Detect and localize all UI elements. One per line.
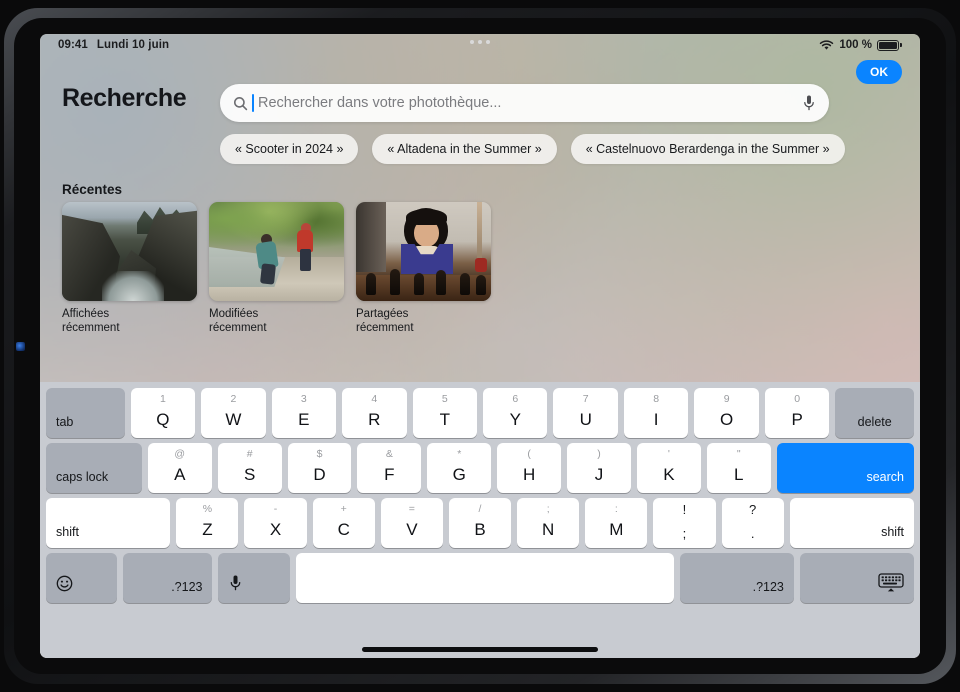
recents-item-recently-edited[interactable]: Modifiées récemment — [209, 202, 344, 335]
key-delete[interactable]: delete — [835, 388, 914, 438]
dictation-microphone-icon[interactable] — [218, 553, 290, 603]
search-input[interactable]: Rechercher dans votre photothèque... — [258, 95, 802, 111]
key-b[interactable]: / B — [448, 498, 512, 548]
key-exclamation-semicolon[interactable]: !; — [653, 498, 716, 548]
battery-percent: 100 % — [839, 39, 872, 51]
key-x[interactable]: -X — [244, 498, 307, 548]
key-j[interactable]: ) J — [567, 443, 631, 493]
key-r[interactable]: 4R — [342, 388, 407, 438]
bezel-marker — [16, 342, 25, 351]
key-f[interactable]: & F — [357, 443, 422, 493]
status-bar: 09:41 Lundi 10 juin 100 % — [40, 34, 920, 56]
multitasking-dots-icon[interactable] — [470, 40, 490, 44]
emoji-smiley-icon[interactable] — [46, 553, 118, 603]
key-shift-left[interactable]: shift — [46, 498, 171, 548]
status-bar-right: 100 % — [819, 39, 902, 51]
key-u[interactable]: 7U — [553, 388, 618, 438]
creek-hikers-photo[interactable] — [209, 202, 344, 301]
key-d[interactable]: $ D — [287, 443, 352, 493]
key-h[interactable]: (H — [497, 443, 562, 493]
hide-keyboard-icon[interactable] — [799, 553, 914, 603]
key-z[interactable]: % Z — [176, 498, 239, 548]
recents-item-label: Partagées récemment — [356, 308, 414, 334]
key-c[interactable]: + C — [312, 498, 375, 548]
search-field[interactable]: Rechercher dans votre photothèque... — [220, 84, 829, 122]
search-icon — [233, 96, 248, 111]
key-shift-right[interactable]: shift — [789, 498, 915, 548]
status-bar-left: 09:41 Lundi 10 juin — [58, 39, 169, 51]
page-title: Recherche — [62, 84, 187, 112]
girl-chess-photo[interactable] — [356, 202, 491, 301]
recents-item-label: Affichées récemment — [62, 308, 120, 334]
key-k[interactable]: ' K — [636, 443, 701, 493]
key-m[interactable]: :M — [585, 498, 648, 548]
coastal-cliffs-photo[interactable] — [62, 202, 197, 301]
battery-icon — [877, 39, 902, 51]
keyboard-row-4: .?123 .?123 — [46, 553, 914, 603]
virtual-keyboard: tab 1Q 2W 3E 4R 5T 6Y 7U 8I 9O 0P delete… — [40, 382, 920, 658]
text-cursor — [252, 94, 254, 112]
key-g[interactable]: * G — [427, 443, 492, 493]
key-i[interactable]: 8I — [623, 388, 689, 438]
ok-button[interactable]: OK — [856, 60, 902, 84]
key-tab[interactable]: tab — [46, 388, 125, 438]
suggestion-chip-1[interactable]: « Scooter in 2024 » — [220, 134, 359, 164]
key-space[interactable] — [295, 553, 674, 603]
key-w[interactable]: 2W — [201, 388, 266, 438]
key-a[interactable]: @ A — [147, 443, 212, 493]
recents-list: Affichées récemment Modifiées récemment … — [62, 202, 491, 335]
home-indicator[interactable] — [362, 647, 598, 652]
ipad-device: 09:41 Lundi 10 juin 100 % OK Recherche R… — [0, 0, 960, 692]
key-p[interactable]: 0P — [764, 388, 830, 438]
wifi-icon — [819, 39, 834, 51]
microphone-icon[interactable] — [802, 94, 816, 112]
key-numbers-right[interactable]: .?123 — [679, 553, 794, 603]
status-date: Lundi 10 juin — [96, 39, 170, 51]
suggestion-chip-2[interactable]: « Altadena in the Summer » — [372, 134, 557, 164]
keyboard-row-2: caps lock @ A # S $ D & F * G (H ) J ' K " L sea… — [46, 443, 915, 493]
key-t[interactable]: 5T — [412, 388, 477, 438]
search-suggestions: « Scooter in 2024 » « Altadena in the Su… — [220, 134, 845, 164]
key-caps-lock[interactable]: caps lock — [46, 443, 142, 493]
screen: 09:41 Lundi 10 juin 100 % OK Recherche R… — [40, 34, 920, 658]
keyboard-row-3: shift % Z -X + C = V / B ; N :M !; ?. shift — [46, 498, 915, 548]
key-n[interactable]: ; N — [517, 498, 580, 548]
recents-item-recently-shared[interactable]: Partagées récemment — [356, 202, 491, 335]
recents-heading: Récentes — [62, 182, 123, 197]
key-numbers-left[interactable]: .?123 — [123, 553, 213, 603]
recents-item-label: Modifiées récemment — [209, 308, 267, 334]
key-o[interactable]: 9O — [694, 388, 759, 438]
status-time: 09:41 — [58, 39, 88, 51]
key-l[interactable]: " L — [706, 443, 771, 493]
key-question-period[interactable]: ?. — [721, 498, 784, 548]
key-y[interactable]: 6Y — [483, 388, 548, 438]
keyboard-row-1: tab 1Q 2W 3E 4R 5T 6Y 7U 8I 9O 0P delete — [46, 388, 914, 438]
recents-item-recently-viewed[interactable]: Affichées récemment — [62, 202, 197, 335]
suggestion-chip-3[interactable]: « Castelnuovo Berardenga in the Summer » — [570, 134, 845, 164]
key-s[interactable]: # S — [217, 443, 282, 493]
key-e[interactable]: 3E — [271, 388, 337, 438]
key-q[interactable]: 1Q — [130, 388, 196, 438]
key-v[interactable]: = V — [380, 498, 443, 548]
key-search[interactable]: search — [776, 443, 915, 493]
